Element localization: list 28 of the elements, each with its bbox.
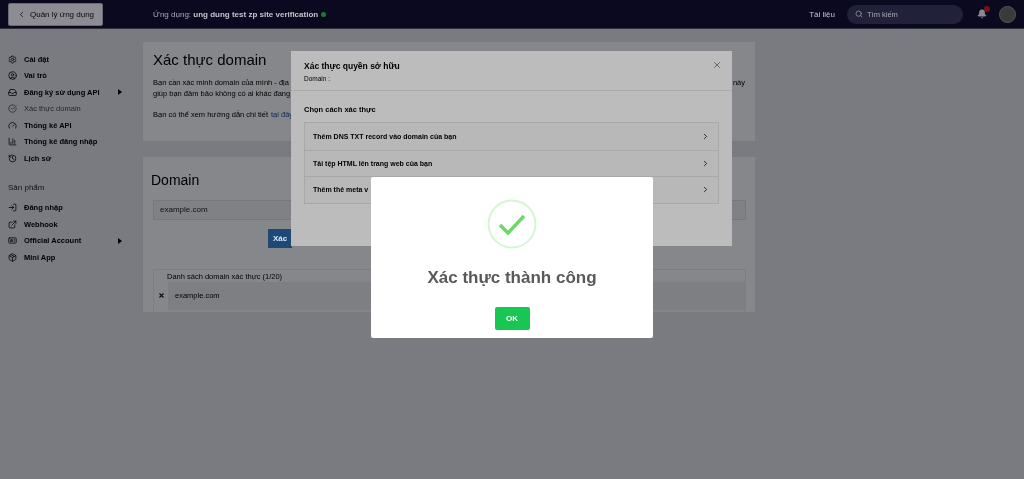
bar-chart-icon (8, 137, 17, 147)
chevron-right-icon (701, 158, 710, 168)
history-icon (8, 153, 17, 163)
dialog-title: Xác thực quyền sở hữu (304, 61, 400, 71)
gear-icon (8, 54, 17, 64)
inbox-icon (8, 87, 17, 97)
section-title: Sản phẩm (8, 182, 45, 192)
notification-button[interactable] (977, 9, 987, 19)
verify-button[interactable]: Xác (268, 228, 292, 248)
user-icon (8, 71, 17, 81)
chevron-right-icon (701, 185, 710, 195)
id-card-icon (8, 236, 17, 246)
success-check-icon (487, 199, 537, 249)
chevron-left-icon (17, 9, 26, 19)
search-icon (855, 9, 863, 18)
docs-link[interactable]: Tài liệu (809, 9, 835, 19)
back-button[interactable]: Quản lý ứng dụng (8, 2, 104, 26)
remove-icon[interactable] (158, 292, 165, 299)
login-icon (8, 203, 17, 213)
app-name: Ứng dụng: ung dung test zp site verification (153, 9, 319, 19)
close-button[interactable] (712, 60, 722, 70)
box-icon (8, 252, 17, 262)
card-title: Domain (151, 172, 200, 188)
check-circle-icon (8, 104, 17, 114)
gauge-icon (8, 120, 17, 130)
page-title: Xác thực domain (153, 51, 267, 68)
chevron-right-icon (701, 131, 710, 141)
external-link-icon (8, 219, 17, 229)
